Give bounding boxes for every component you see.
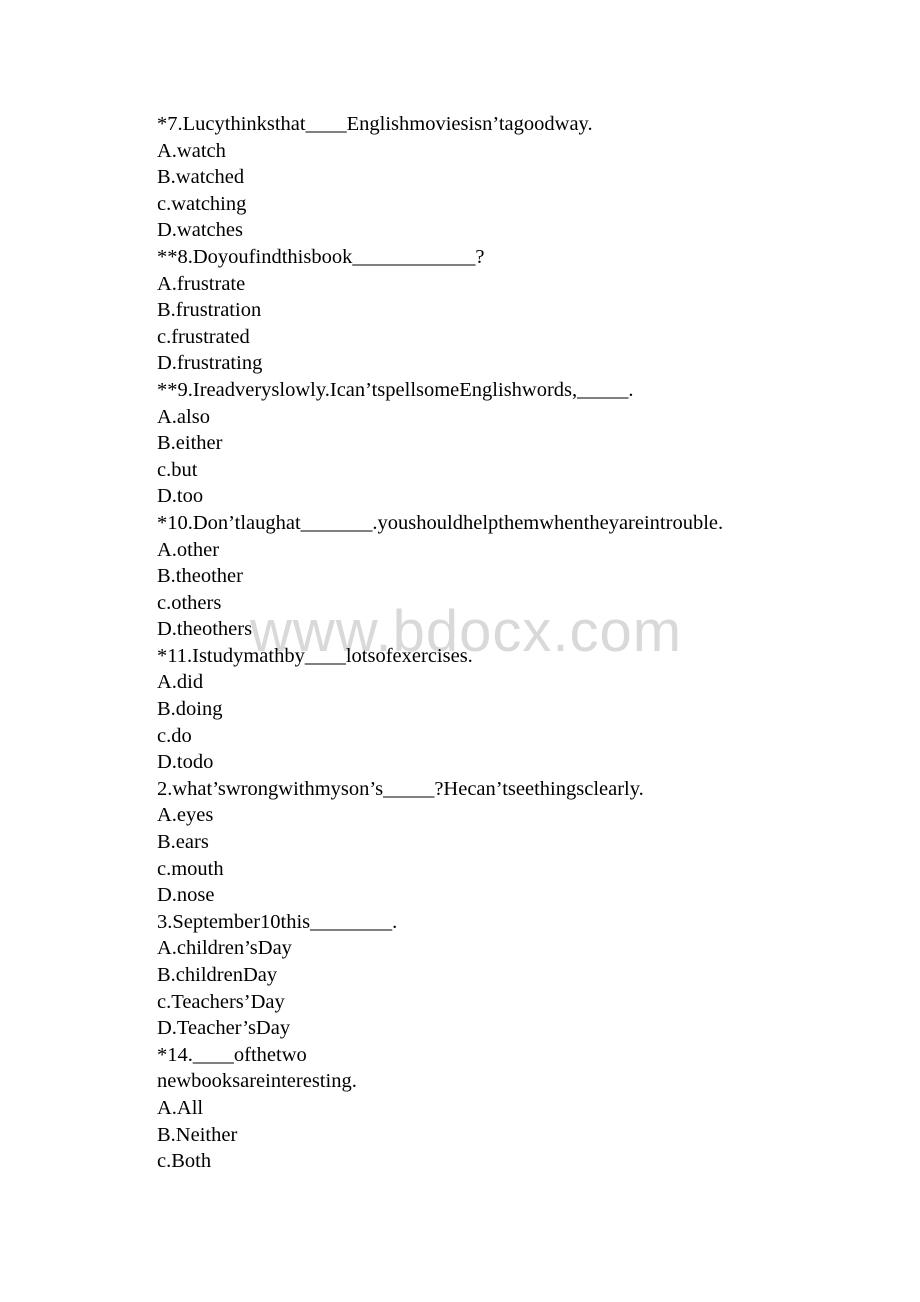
option-a: A.other (157, 538, 220, 561)
option-d: D.theothers (157, 618, 253, 641)
option-b: B.frustration (157, 299, 262, 322)
question-stem: *10.Don’tlaughat_______.youshouldhelpthe… (157, 511, 724, 534)
question-12: 2.what’swrongwithmyson’s_____?Hecan’tsee… (157, 776, 723, 909)
document-page: www.bdocx.com *7.Lucythinksthat____Engli… (0, 0, 920, 1302)
option-a: A.All (157, 1096, 204, 1119)
question-8: **8.Doyoufindthisbook____________? A.fru… (157, 244, 723, 377)
question-list: *7.Lucythinksthat____Englishmoviesisn’ta… (157, 111, 723, 1175)
option-d: D.frustrating (157, 352, 263, 375)
option-a: A.watch (157, 139, 226, 162)
option-c: c.mouth (157, 857, 224, 880)
option-c: c.watching (157, 192, 247, 215)
option-a: A.children’sDay (157, 937, 292, 960)
option-d: D.too (157, 485, 204, 508)
question-stem: **8.Doyoufindthisbook____________? (157, 245, 485, 268)
question-stem: **9.Ireadveryslowly.Ican’tspellsomeEngli… (157, 378, 634, 401)
question-stem: 3.September10this________. (157, 910, 398, 933)
option-d: D.todo (157, 751, 214, 774)
option-c: c.Both (157, 1150, 212, 1173)
option-b: B.theother (157, 565, 243, 588)
option-b: B.doing (157, 698, 223, 721)
question-14: *14.____ofthetwo newbooksareinteresting.… (157, 1042, 723, 1175)
question-stem: *11.Istudymathby____lotsofexercises. (157, 644, 473, 667)
option-c: c.do (157, 724, 192, 747)
option-a: A.frustrate (157, 272, 246, 295)
question-11: *11.Istudymathby____lotsofexercises. A.d… (157, 643, 723, 776)
option-b: B.ears (157, 831, 209, 854)
option-c: c.but (157, 458, 198, 481)
question-13: 3.September10this________. A.children’sD… (157, 909, 723, 1042)
question-stem-continued: newbooksareinteresting. (157, 1070, 357, 1093)
option-a: A.also (157, 405, 210, 428)
option-c: c.others (157, 591, 222, 614)
option-b: B.watched (157, 166, 245, 189)
option-a: A.eyes (157, 804, 214, 827)
question-7: *7.Lucythinksthat____Englishmoviesisn’ta… (157, 111, 723, 244)
option-a: A.did (157, 671, 204, 694)
option-d: D.Teacher’sDay (157, 1017, 291, 1040)
question-10: *10.Don’tlaughat_______.youshouldhelpthe… (157, 510, 723, 643)
option-b: B.childrenDay (157, 964, 278, 986)
option-c: c.frustrated (157, 325, 250, 348)
option-b: B.Neither (157, 1123, 238, 1146)
option-d: D.watches (157, 219, 243, 242)
question-stem: *7.Lucythinksthat____Englishmoviesisn’ta… (157, 113, 593, 135)
option-d: D.nose (157, 884, 215, 907)
question-9: **9.Ireadveryslowly.Ican’tspellsomeEngli… (157, 377, 723, 510)
option-c: c.Teachers’Day (157, 990, 285, 1013)
option-b: B.either (157, 432, 223, 455)
question-stem: 2.what’swrongwithmyson’s_____?Hecan’tsee… (157, 777, 644, 800)
question-stem: *14.____ofthetwo (157, 1043, 307, 1066)
